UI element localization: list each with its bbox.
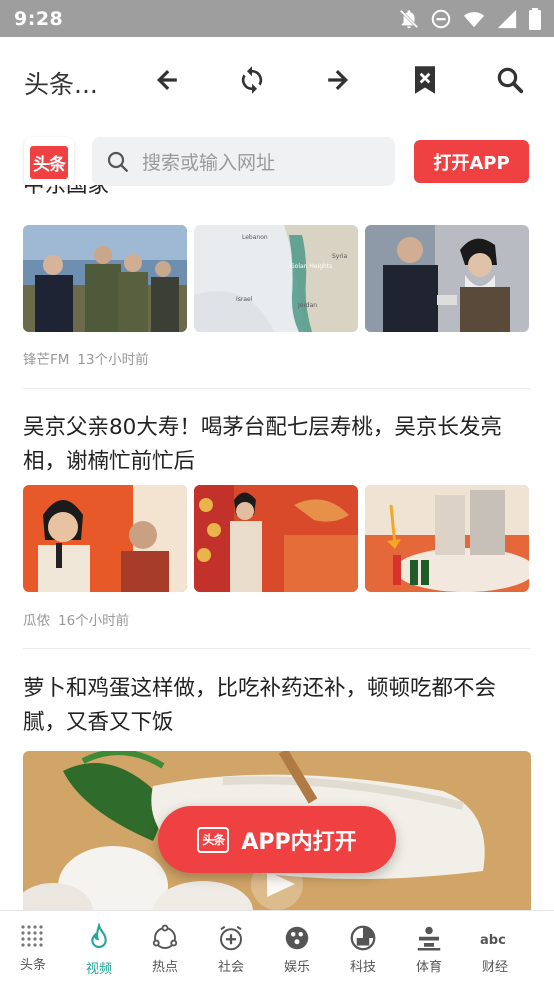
article-source: 瓜侬	[23, 613, 50, 629]
flame-icon	[91, 923, 107, 949]
hotspot-icon	[152, 924, 178, 949]
search-icon	[497, 67, 524, 94]
open-in-app-label: APP内打开	[241, 829, 357, 855]
tab-label: 财经	[481, 960, 508, 975]
article-card[interactable]: 吴京父亲80大寿！喝茅台配七层寿桃，吴京长发亮相，谢楠忙前忙后	[23, 411, 531, 479]
tab-entertainment[interactable]: 娱乐	[264, 911, 330, 985]
divider	[23, 388, 531, 389]
article-thumbnails[interactable]: Lebanon Golan Heights Syria Israel Jorda…	[23, 225, 531, 332]
toutiao-mini-logo: 头条	[197, 826, 230, 853]
battery-icon	[529, 7, 541, 30]
status-time: 9:28	[14, 7, 64, 30]
bookmark-button[interactable]	[405, 60, 445, 100]
entertainment-icon	[285, 926, 309, 950]
tab-tech[interactable]: 科技	[330, 911, 396, 985]
refresh-icon	[241, 66, 263, 94]
search-icon	[107, 151, 128, 172]
status-bar: 9:28	[0, 0, 554, 37]
tab-finance[interactable]: abc 财经	[462, 911, 528, 985]
thumbnail-image	[365, 225, 529, 332]
thumbnail-image	[23, 225, 187, 332]
svg-text:Israel: Israel	[236, 296, 253, 303]
svg-text:Jordan: Jordan	[297, 302, 317, 309]
article-thumbnails[interactable]	[23, 485, 531, 592]
society-icon	[220, 925, 242, 951]
wifi-icon	[463, 11, 485, 27]
search-placeholder: 搜索或输入网址	[142, 152, 276, 174]
article-time: 13个小时前	[77, 352, 149, 368]
thumbnail-image	[365, 485, 529, 592]
arrow-left-icon	[157, 70, 177, 90]
tab-label: 热点	[151, 960, 178, 975]
signal-icon	[497, 9, 517, 28]
article-source: 锋芒FM	[23, 352, 70, 368]
tab-label: 科技	[349, 960, 376, 975]
svg-text:Lebanon: Lebanon	[242, 234, 268, 241]
search-input[interactable]: 搜索或输入网址	[92, 137, 395, 186]
notifications-off-icon	[399, 9, 419, 28]
status-icons	[398, 7, 542, 30]
tab-toutiao[interactable]: 头条	[0, 911, 66, 985]
article-title: 中东国家	[23, 185, 110, 198]
map-image: Lebanon Golan Heights Syria Israel Jorda…	[194, 225, 358, 332]
article-title: 吴京父亲80大寿！喝茅台配七层寿桃，吴京长发亮相，谢楠忙前忙后	[23, 415, 502, 474]
bottom-tab-bar: 头条 视频 热点 社会 娱乐 科技 体育 abc 财经	[0, 910, 554, 985]
tab-label: 视频	[85, 962, 112, 977]
divider	[23, 648, 531, 649]
article-title: 萝卜和鸡蛋这样做，比吃补药还补，顿顿吃都不会腻，又香又下饭	[23, 676, 497, 735]
svg-text:abc: abc	[480, 933, 506, 948]
sports-icon	[417, 926, 441, 951]
grid-dots-icon	[21, 925, 43, 947]
do-not-disturb-icon	[431, 9, 451, 28]
tab-hot[interactable]: 热点	[132, 911, 198, 985]
svg-text:Syria: Syria	[332, 253, 347, 260]
finance-icon: abc	[480, 933, 506, 948]
tab-sports[interactable]: 体育	[396, 911, 462, 985]
tab-video[interactable]: 视频	[66, 911, 132, 985]
tab-label: 头条	[19, 958, 46, 973]
article-card[interactable]: 中东国家	[23, 185, 531, 203]
reload-button[interactable]	[232, 60, 272, 100]
bookmark-close-icon	[415, 66, 435, 94]
browser-toolbar: 头条...	[0, 37, 554, 123]
tech-icon	[350, 925, 376, 951]
arrow-right-icon	[328, 70, 348, 90]
browser-search-button[interactable]	[490, 60, 530, 100]
forward-button[interactable]	[318, 60, 358, 100]
article-card[interactable]: 萝卜和鸡蛋这样做，比吃补药还补，顿顿吃都不会腻，又香又下饭	[23, 672, 531, 740]
tab-label: 社会	[217, 960, 244, 975]
thumbnail-image	[23, 485, 187, 592]
svg-text:Golan Heights: Golan Heights	[290, 263, 332, 270]
back-button[interactable]	[147, 60, 187, 100]
article-meta: 瓜侬 16个小时前	[23, 609, 531, 629]
thumbnail-image	[194, 485, 358, 592]
browser-title: 头条...	[24, 70, 98, 99]
tab-label: 体育	[415, 960, 442, 975]
open-in-app-button[interactable]: 头条 APP内打开	[158, 806, 396, 873]
open-app-button[interactable]: 打开APP	[414, 140, 529, 183]
article-time: 16个小时前	[58, 613, 130, 629]
article-meta: 锋芒FM 13个小时前	[23, 348, 531, 368]
tab-label: 娱乐	[283, 960, 310, 975]
tab-society[interactable]: 社会	[198, 911, 264, 985]
toutiao-logo[interactable]: 头条	[24, 137, 74, 187]
news-feed[interactable]: 中东国家 Lebanon Golan Heights Syria Israel …	[0, 185, 554, 910]
